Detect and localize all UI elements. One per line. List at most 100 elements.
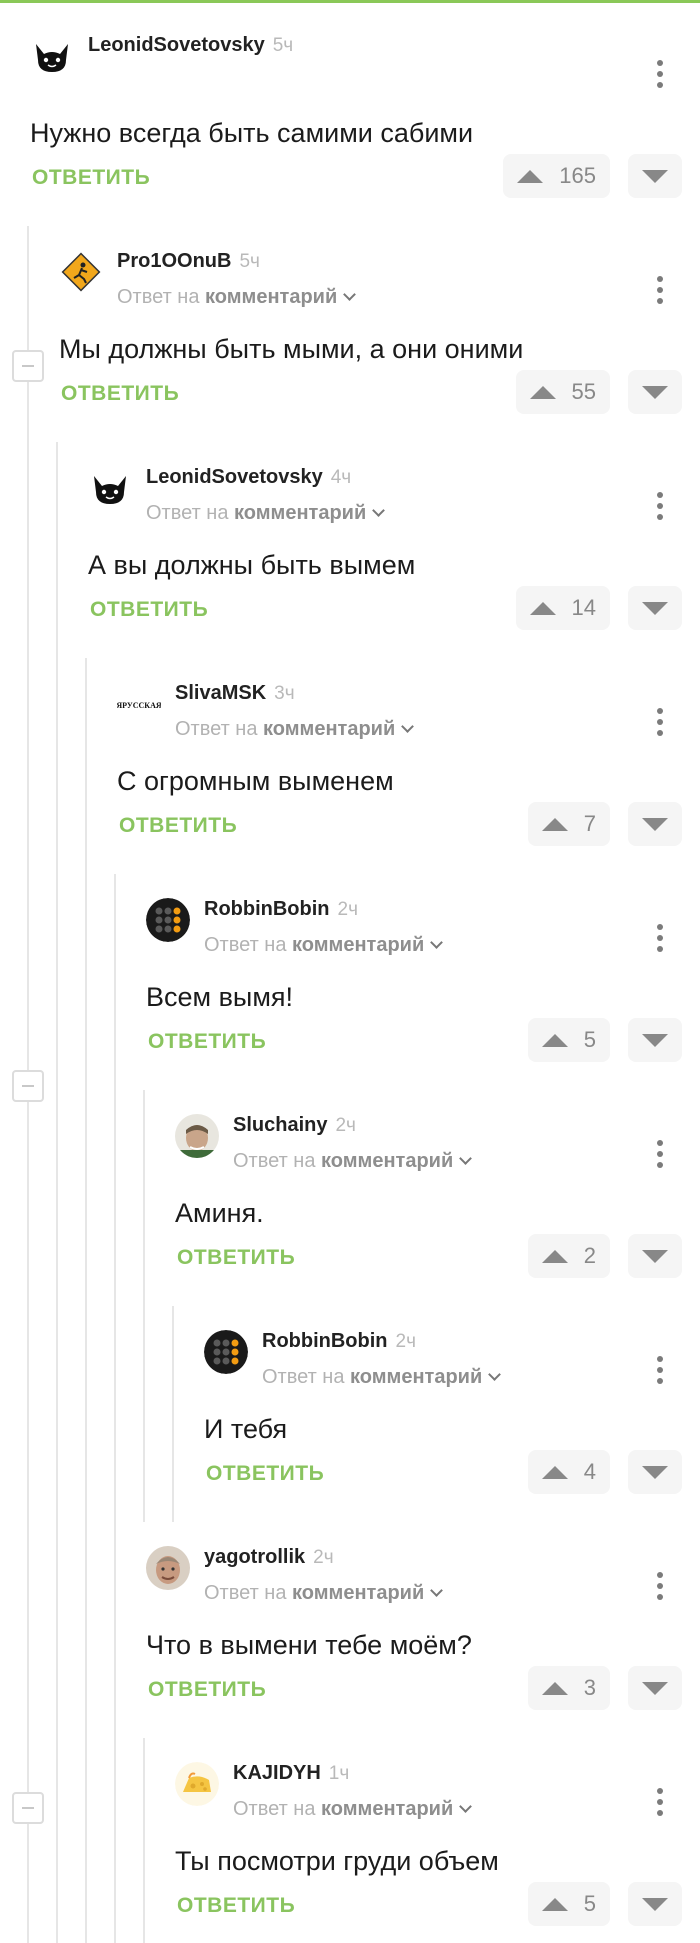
reply-button[interactable]: ОТВЕТИТЬ: [32, 166, 150, 190]
more-options-icon[interactable]: [648, 58, 672, 90]
upvote-button[interactable]: 5: [527, 1882, 610, 1926]
rating-score: 4: [583, 1459, 596, 1484]
reply-button[interactable]: ОТВЕТИТЬ: [206, 1462, 324, 1486]
comment: ЯРУССКАЯ SlivaMSK 3ч Ответ на комментарий…: [117, 658, 700, 874]
warning-sign-avatar[interactable]: [59, 250, 103, 294]
downvote-button[interactable]: [628, 1666, 682, 1710]
more-options-icon[interactable]: [648, 1138, 672, 1170]
collapse-thread-button[interactable]: [12, 1070, 44, 1102]
comment-text: А вы должны быть вымем: [88, 550, 416, 580]
downvote-button[interactable]: [628, 370, 682, 414]
chevron-down-icon: [459, 1800, 473, 1813]
rating-score: 14: [571, 595, 596, 620]
upvote-button[interactable]: 7: [527, 802, 610, 846]
comment: Pro1OOnuB 5ч Ответ на комментарий Мы долж…: [59, 226, 700, 442]
rating-score: 2: [583, 1243, 596, 1268]
more-options-icon[interactable]: [648, 490, 672, 522]
cat-avatar[interactable]: [88, 466, 132, 510]
photo-avatar[interactable]: [146, 1546, 190, 1590]
username[interactable]: RobbinBobin 2ч: [204, 898, 358, 921]
reply-to-link[interactable]: Ответ на комментарий: [204, 934, 444, 957]
upvote-button[interactable]: 3: [527, 1666, 610, 1710]
more-options-icon[interactable]: [648, 274, 672, 306]
more-options-icon[interactable]: [648, 1354, 672, 1386]
username[interactable]: LeonidSovetovsky 4ч: [146, 466, 351, 489]
arrow-up-icon: [529, 385, 556, 399]
downvote-button[interactable]: [628, 1882, 682, 1926]
comment-text: И тебя: [204, 1414, 288, 1444]
comment: LeonidSovetovsky 4ч Ответ на комментарий …: [88, 442, 700, 658]
thread-line: [85, 658, 87, 1943]
svg-text:ЯРУССКАЯ: ЯРУССКАЯ: [117, 701, 161, 710]
arrow-up-icon: [541, 817, 568, 831]
cat-avatar[interactable]: [30, 34, 74, 78]
upvote-button[interactable]: 165: [503, 154, 610, 198]
more-options-icon[interactable]: [648, 1570, 672, 1602]
timestamp: 1ч: [328, 1763, 350, 1784]
more-options-icon[interactable]: [648, 922, 672, 954]
downvote-button[interactable]: [628, 586, 682, 630]
arrow-up-icon: [541, 1249, 568, 1263]
reply-to-link[interactable]: Ответ на комментарий: [204, 1582, 444, 1605]
rating-score: 165: [559, 163, 596, 188]
text-logo-avatar[interactable]: ЯРУССКАЯ: [117, 682, 161, 726]
photo-avatar[interactable]: [175, 1114, 219, 1158]
collapse-thread-button[interactable]: [12, 350, 44, 382]
reply-to-link[interactable]: Ответ на комментарий: [233, 1798, 473, 1821]
collapse-thread-button[interactable]: [12, 1792, 44, 1824]
reply-to-link[interactable]: Ответ на комментарий: [233, 1150, 473, 1173]
reply-button[interactable]: ОТВЕТИТЬ: [148, 1678, 266, 1702]
upvote-button[interactable]: 55: [515, 370, 610, 414]
keypad-avatar[interactable]: [204, 1330, 248, 1374]
reply-button[interactable]: ОТВЕТИТЬ: [61, 382, 179, 406]
reply-button[interactable]: ОТВЕТИТЬ: [148, 1030, 266, 1054]
arrow-up-icon: [529, 601, 556, 615]
timestamp: 5ч: [272, 35, 294, 56]
downvote-button[interactable]: [628, 1234, 682, 1278]
username[interactable]: RobbinBobin 2ч: [262, 1330, 416, 1353]
timestamp: 2ч: [337, 899, 358, 920]
upvote-button[interactable]: 5: [527, 1018, 610, 1062]
downvote-button[interactable]: [628, 154, 682, 198]
chevron-down-icon: [430, 1584, 444, 1597]
cheese-avatar[interactable]: [175, 1762, 219, 1806]
more-options-icon[interactable]: [648, 706, 672, 738]
comment-text: Мы должны быть мыми, а они оними: [59, 334, 524, 364]
chevron-down-icon: [488, 1368, 502, 1381]
upvote-button[interactable]: 14: [515, 586, 610, 630]
comment-text: С огромным выменем: [117, 766, 394, 796]
reply-button[interactable]: ОТВЕТИТЬ: [177, 1894, 295, 1918]
arrow-up-icon: [541, 1681, 568, 1695]
reply-to-link[interactable]: Ответ на комментарий: [175, 718, 415, 741]
keypad-avatar[interactable]: [146, 898, 190, 942]
downvote-button[interactable]: [628, 1450, 682, 1494]
username[interactable]: SlivaMSK 3ч: [175, 682, 295, 705]
username[interactable]: Sluchainy 2ч: [233, 1114, 356, 1137]
comment-text: Ты посмотри груди объем: [175, 1846, 499, 1876]
reply-button[interactable]: ОТВЕТИТЬ: [90, 598, 208, 622]
more-options-icon[interactable]: [648, 1786, 672, 1818]
rating-score: 5: [583, 1027, 596, 1052]
username[interactable]: KAJIDYH 1ч: [233, 1762, 349, 1785]
upvote-button[interactable]: 4: [527, 1450, 610, 1494]
rating-score: 55: [571, 379, 596, 404]
upvote-button[interactable]: 2: [527, 1234, 610, 1278]
comment: KAJIDYH 1ч Ответ на комментарий Ты посмот…: [175, 1738, 700, 1943]
reply-to-link[interactable]: Ответ на комментарий: [146, 502, 386, 525]
arrow-up-icon: [541, 1033, 568, 1047]
chevron-down-icon: [401, 720, 415, 733]
reply-button[interactable]: ОТВЕТИТЬ: [119, 814, 237, 838]
thread-line: [114, 874, 116, 1943]
username[interactable]: LeonidSovetovsky 5ч: [88, 34, 293, 57]
username[interactable]: yagotrollik 2ч: [204, 1546, 334, 1569]
timestamp: 2ч: [335, 1115, 356, 1136]
reply-to-link[interactable]: Ответ на комментарий: [262, 1366, 502, 1389]
chevron-down-icon: [372, 504, 386, 517]
downvote-button[interactable]: [628, 1018, 682, 1062]
reply-button[interactable]: ОТВЕТИТЬ: [177, 1246, 295, 1270]
reply-to-link[interactable]: Ответ на комментарий: [117, 286, 357, 309]
username[interactable]: Pro1OOnuB 5ч: [117, 250, 260, 273]
timestamp: 3ч: [274, 683, 295, 704]
comment: yagotrollik 2ч Ответ на комментарий Что в…: [146, 1522, 700, 1738]
downvote-button[interactable]: [628, 802, 682, 846]
